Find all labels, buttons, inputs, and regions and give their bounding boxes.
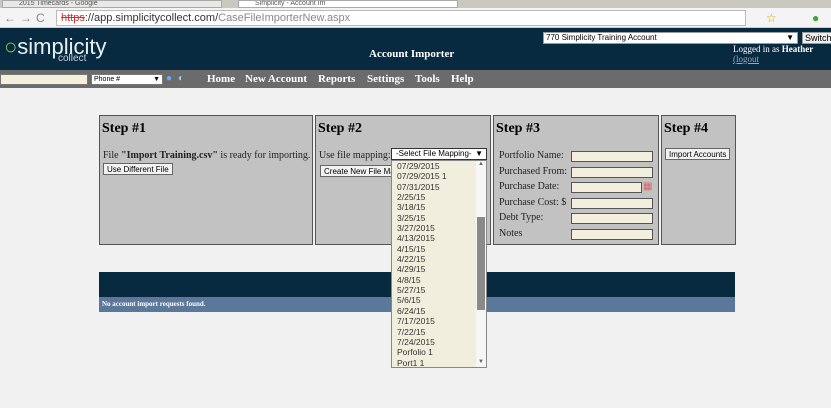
file-mapping-option[interactable]: 4/15/15 [392, 244, 486, 254]
search-type-value: Phone # [94, 76, 121, 83]
step3-field-input[interactable] [571, 182, 642, 193]
extension-icon[interactable]: ● [812, 11, 819, 25]
search-icon[interactable]: ● [166, 73, 172, 84]
nav-reports[interactable]: Reports [318, 73, 355, 85]
nav-settings[interactable]: Settings [367, 73, 404, 85]
use-different-file-button[interactable]: Use Different File [103, 163, 173, 175]
scroll-up-icon[interactable]: ▲ [478, 161, 484, 167]
file-mapping-option[interactable]: 07/29/2015 1 [392, 171, 486, 181]
url-path: CaseFileImporterNew.aspx [218, 12, 351, 24]
file-mapping-option[interactable]: 4/13/2015 [392, 233, 486, 243]
file-mapping-option[interactable]: 5/6/15 [392, 295, 486, 305]
file-mapping-option[interactable]: 4/29/15 [392, 264, 486, 274]
chevron-down-icon: ▼ [475, 149, 483, 158]
file-mapping-option[interactable]: 7/17/2015 [392, 316, 486, 326]
logged-in-status: Logged in as Heather (logout [733, 44, 831, 64]
file-status-pre: File [103, 150, 122, 161]
page-title: Account Importer [369, 48, 455, 60]
step3-field-label: Purchase Cost: $ [499, 196, 567, 208]
step2-title: Step #2 [318, 121, 362, 136]
step1-title: Step #1 [102, 121, 146, 136]
step3-field-label: Purchased From: [499, 165, 568, 177]
file-mapping-option[interactable]: 07/31/2015 [392, 182, 486, 192]
nav-tools[interactable]: Tools [415, 73, 440, 85]
step3-panel: Step #3 Portfolio Name: Purchased From: Pu… [493, 115, 659, 245]
nav-home[interactable]: Home [207, 73, 235, 85]
nav-help[interactable]: Help [451, 73, 474, 85]
chevron-down-icon: ▼ [153, 76, 160, 83]
file-name: "Import Training.csv" [121, 150, 218, 161]
step4-title: Step #4 [664, 121, 708, 136]
scroll-down-icon[interactable]: ▼ [478, 359, 484, 365]
browser-tab-active[interactable]: Simplicity - Account Im [238, 0, 458, 8]
step3-field-input[interactable] [571, 166, 653, 178]
file-mapping-option[interactable]: 4/8/15 [392, 275, 486, 285]
file-mapping-options: 07/29/2015 07/29/2015 1 07/31/2015 2/25/15 3… [391, 160, 487, 368]
bulb-icon: ○ [4, 34, 18, 59]
step3-field-input[interactable] [571, 151, 653, 162]
file-mapping-option[interactable]: 2/25/15 [392, 192, 486, 202]
step3-field-input[interactable] [571, 228, 653, 240]
file-mapping-select[interactable]: -Select File Mapping- ▼ [391, 148, 487, 160]
calendar-icon[interactable]: ▦ [643, 181, 652, 192]
step1-panel: Step #1 File "Import Training.csv" is re… [99, 115, 313, 245]
file-mapping-option[interactable]: 3/27/2015 [392, 223, 486, 233]
account-select[interactable]: 770 Simplicity Training Account ▼ [543, 32, 798, 44]
search-input[interactable] [0, 74, 88, 85]
url-input[interactable]: https://app.simplicitycollect.com/CaseFi… [56, 10, 746, 26]
file-status: File "Import Training.csv" is ready for … [103, 150, 312, 161]
file-mapping-option[interactable]: 3/25/15 [392, 213, 486, 223]
browser-tab[interactable]: 2015 Timecards - Google [2, 0, 222, 8]
user-name: Heather [781, 44, 814, 54]
account-select-value: 770 Simplicity Training Account [546, 33, 657, 42]
logo-subtitle: collect [58, 53, 87, 64]
file-mapping-option[interactable]: 7/24/2015 [392, 337, 486, 347]
file-mapping-option[interactable]: Porfolio 1 [392, 347, 486, 357]
file-mapping-value: -Select File Mapping- [396, 149, 472, 158]
advanced-search-icon[interactable]: ◐ [178, 73, 184, 84]
step3-field-input[interactable] [571, 213, 653, 224]
file-mapping-option[interactable]: 3/18/15 [392, 202, 486, 212]
file-status-post: is ready for importing. [217, 150, 311, 161]
file-mapping-option[interactable]: Port1 1 [392, 358, 486, 367]
reload-icon[interactable]: C [36, 11, 45, 25]
search-type-select[interactable]: Phone # ▼ [91, 74, 163, 85]
logo[interactable]: ○simplicity [4, 34, 107, 60]
file-mapping-option[interactable]: 5/27/15 [392, 285, 486, 295]
step3-field-input[interactable] [571, 197, 653, 209]
browser-tab-strip: 2015 Timecards - Google Simplicity - Acc… [0, 0, 831, 8]
nav-new-account[interactable]: New Account [245, 73, 307, 85]
file-mapping-label: Use file mapping: [319, 150, 391, 161]
file-mapping-option[interactable]: 7/22/15 [392, 327, 486, 337]
step3-field-label: Purchase Date: [499, 181, 560, 192]
url-scheme: https [61, 12, 85, 24]
file-mapping-option[interactable]: 07/29/2015 [392, 161, 486, 171]
step3-title: Step #3 [496, 121, 540, 136]
step3-field-label: Notes [499, 227, 523, 239]
scrollbar-thumb[interactable] [477, 217, 485, 310]
forward-icon[interactable]: → [20, 11, 32, 25]
logout-link[interactable]: (logout [733, 54, 759, 64]
chevron-down-icon: ▼ [786, 33, 794, 42]
import-accounts-button[interactable]: Import Accounts [665, 148, 731, 160]
file-mapping-option[interactable]: 6/24/15 [392, 306, 486, 316]
back-icon[interactable]: ← [4, 11, 16, 25]
step4-panel: Step #4 Import Accounts [661, 115, 736, 245]
logged-in-label: Logged in as [733, 44, 782, 54]
url-host: ://app.simplicitycollect.com/ [84, 12, 219, 24]
star-icon[interactable]: ☆ [766, 11, 777, 25]
step3-field-label: Debt Type: [499, 212, 544, 223]
switch-button[interactable]: Switch [802, 32, 831, 44]
file-mapping-option[interactable]: 4/22/15 [392, 254, 486, 264]
step3-field-label: Portfolio Name: [499, 150, 564, 161]
